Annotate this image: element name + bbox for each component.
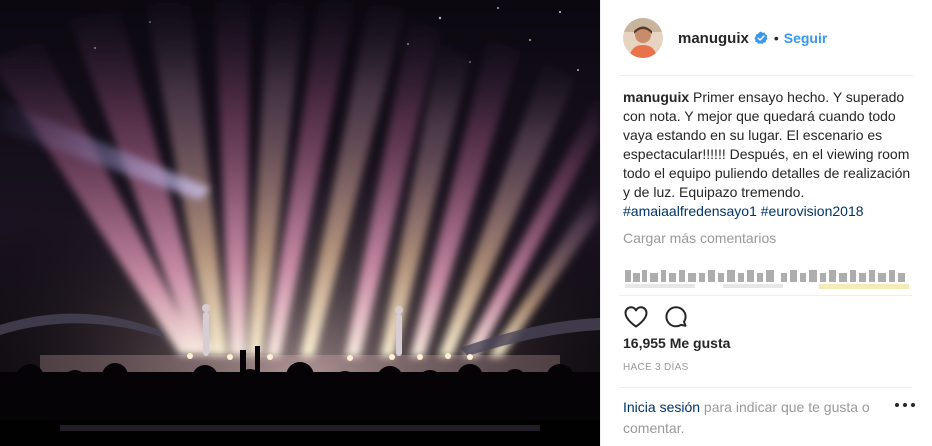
author-username[interactable]: manuguix [678, 30, 749, 47]
comment-icon [665, 306, 687, 328]
instagram-post: manuguix • Seguir manuguix Primer ensayo… [0, 0, 932, 446]
like-button[interactable] [621, 302, 651, 332]
heart-icon [624, 306, 648, 328]
divider [619, 387, 912, 388]
hashtag-link[interactable]: #eurovision2018 [761, 203, 864, 219]
comment-button[interactable] [661, 302, 691, 332]
post-caption: manuguix Primer ensayo hecho. Y superado… [623, 88, 915, 221]
post-header: manuguix • Seguir [601, 0, 932, 76]
divider [619, 295, 912, 296]
login-prompt: Inicia sesión para indicar que te gusta … [623, 397, 908, 439]
avatar[interactable] [623, 18, 663, 58]
comments-section: manuguix Primer ensayo hecho. Y superado… [623, 88, 915, 246]
caption-text: Primer ensayo hecho. Y superado con nota… [623, 89, 911, 200]
post-side-panel: manuguix • Seguir manuguix Primer ensayo… [600, 0, 932, 446]
verified-badge-icon [754, 31, 768, 45]
more-options-icon [895, 403, 915, 407]
hashtag-link[interactable]: #amaiaalfredensayo1 [623, 203, 757, 219]
follow-button[interactable]: Seguir [784, 30, 828, 46]
stage-photo-graphic [0, 0, 600, 446]
likes-count[interactable]: 16,955 Me gusta [623, 335, 730, 351]
more-options-button[interactable] [890, 395, 920, 415]
post-actions [621, 302, 691, 332]
login-link[interactable]: Inicia sesión [623, 399, 700, 415]
post-photo[interactable] [0, 0, 600, 446]
post-timestamp[interactable]: HACE 3 DÍAS [623, 362, 689, 373]
censored-comment [623, 264, 915, 294]
load-more-comments-link[interactable]: Cargar más comentarios [623, 230, 915, 246]
caption-username[interactable]: manuguix [623, 89, 689, 105]
header-separator: • [773, 30, 779, 46]
